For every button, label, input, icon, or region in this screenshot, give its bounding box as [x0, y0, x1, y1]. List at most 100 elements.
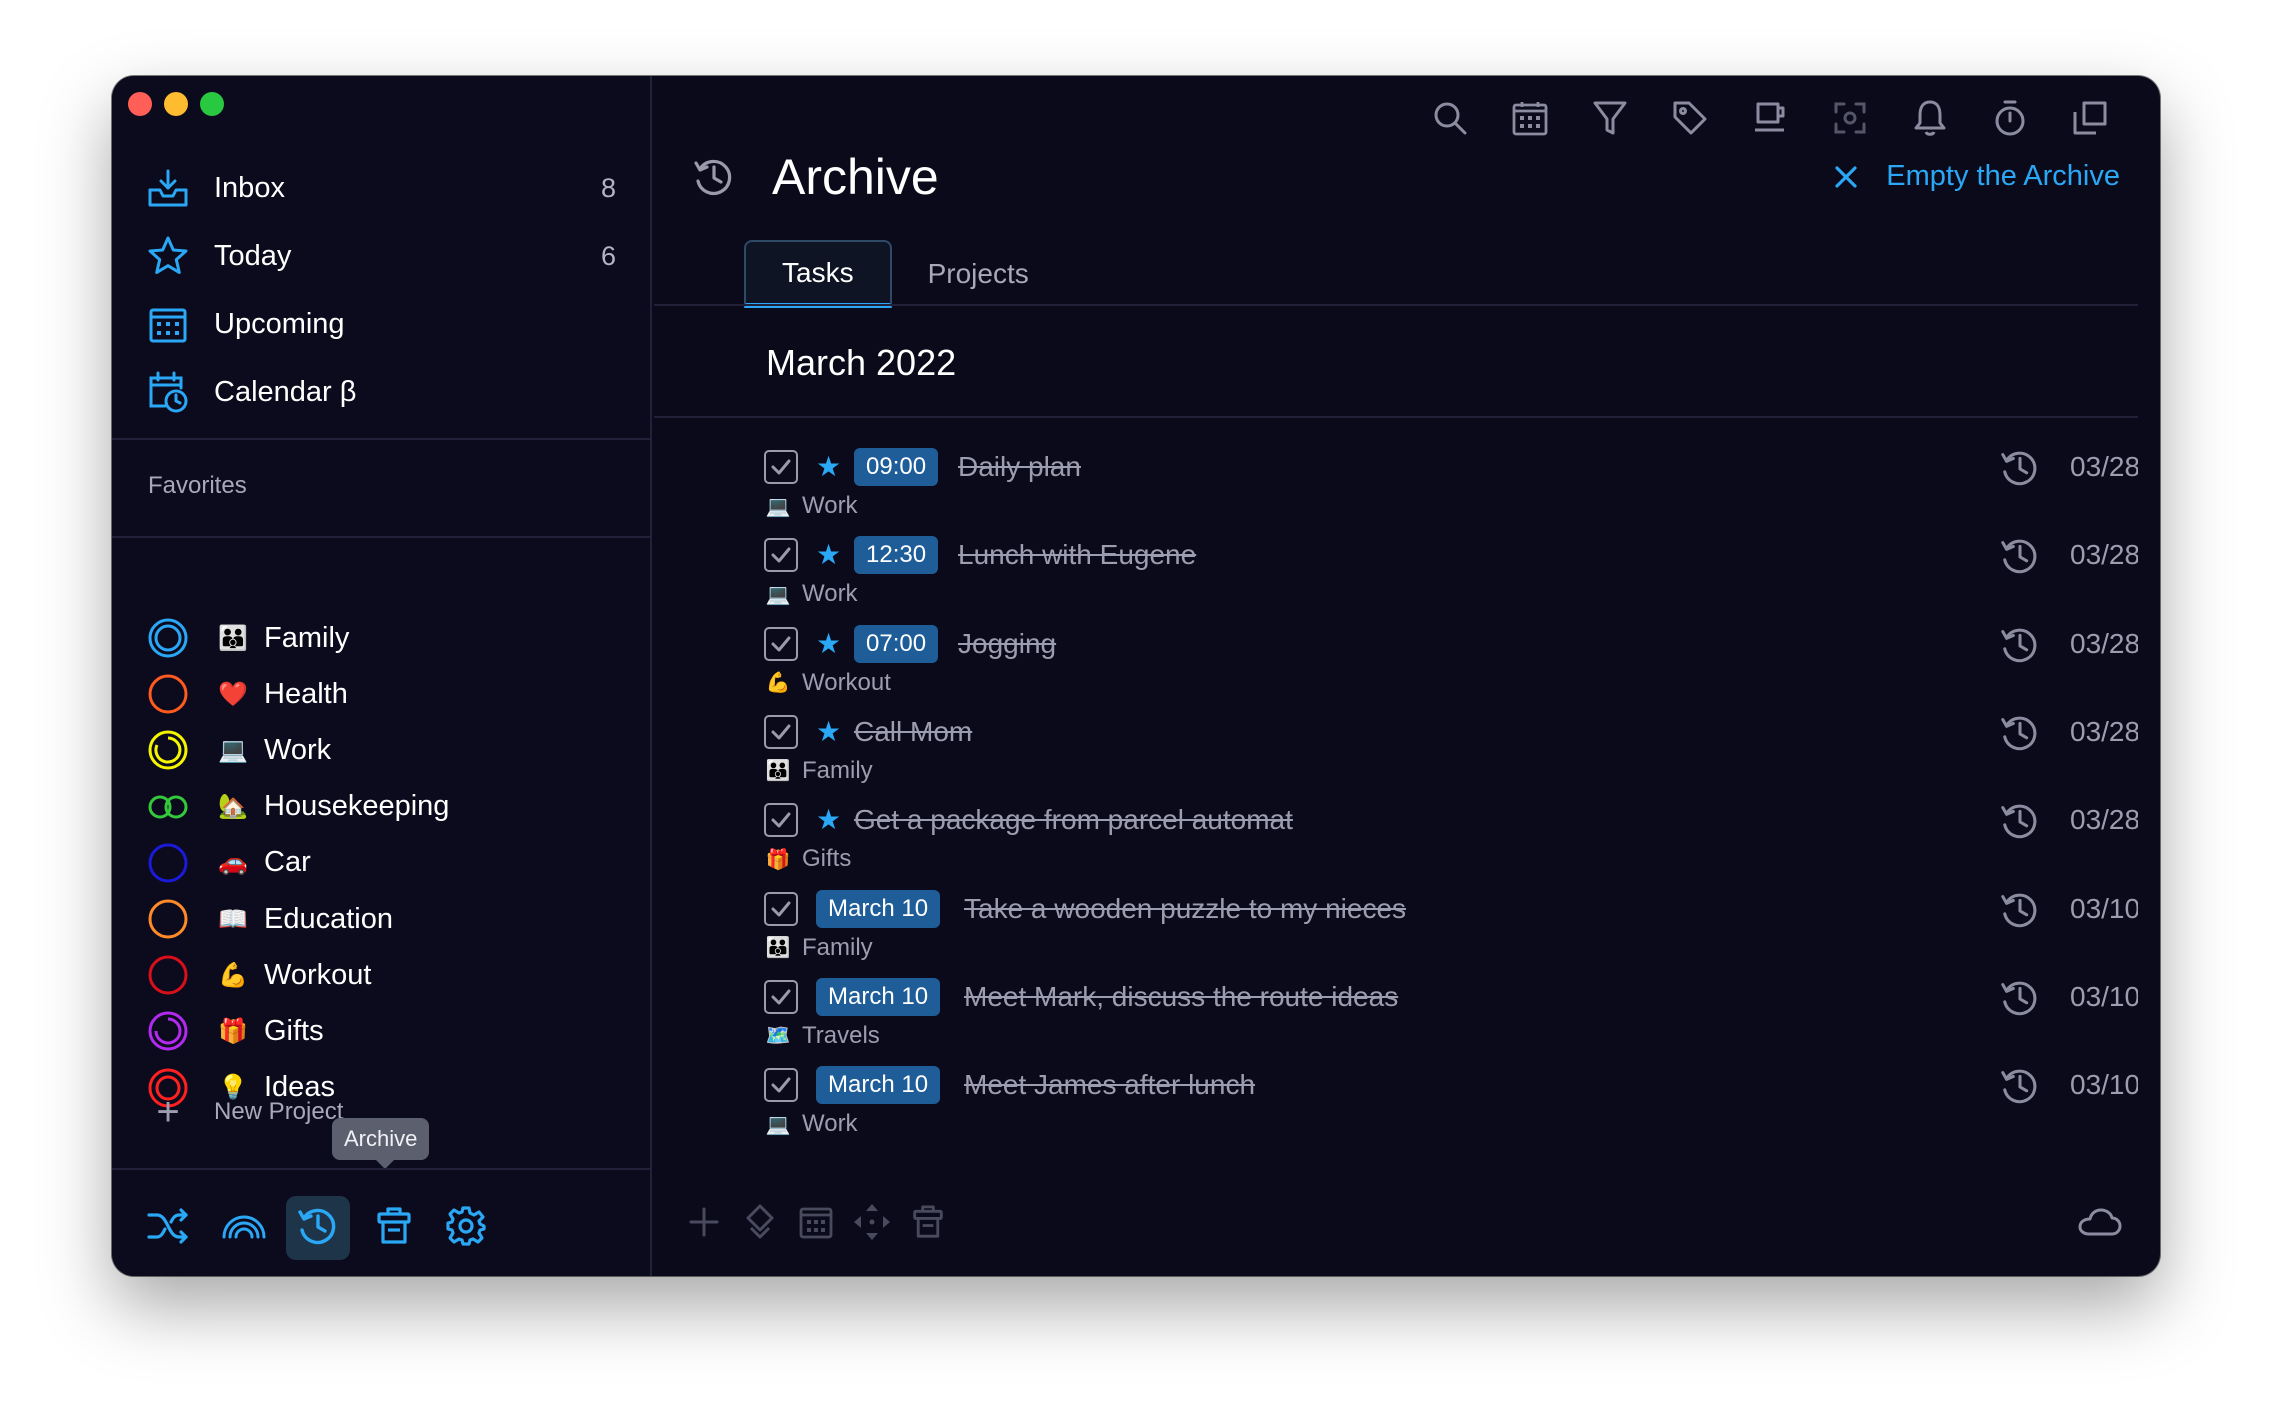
new-project-button[interactable]: + New Project: [146, 1090, 343, 1134]
tags-button[interactable]: [1662, 92, 1718, 148]
rainbow-icon: [221, 1211, 267, 1246]
window-button[interactable]: [2062, 92, 2118, 148]
app-window: Inbox 8 Today 6 Upcoming Calendar β Favo…: [112, 76, 2160, 1276]
nav-item-upcoming[interactable]: Upcoming: [112, 290, 652, 358]
task-title[interactable]: Meet Mark, discuss the route ideas: [964, 978, 1398, 1016]
diamond-icon: [745, 1203, 775, 1246]
restore-task-button[interactable]: [1998, 799, 2042, 843]
logbook-button[interactable]: [212, 1196, 276, 1260]
filter-button[interactable]: [1582, 92, 1638, 148]
task-row[interactable]: March 10 Meet James after lunch 💻 Work 03/10…: [654, 1066, 2138, 1154]
restore-task-button[interactable]: [1998, 976, 2042, 1020]
task-checkbox[interactable]: [764, 714, 798, 749]
task-project-emoji: 💪: [765, 672, 791, 695]
project-workout[interactable]: 💪 Workout: [112, 947, 652, 1003]
close-window-button[interactable]: [128, 92, 152, 116]
task-row[interactable]: March 10 Meet Mark, discuss the route ide…: [654, 976, 2138, 1066]
move-button[interactable]: [734, 1198, 786, 1250]
delete-button[interactable]: [902, 1198, 954, 1250]
zoom-window-button[interactable]: [200, 92, 224, 116]
task-project-emoji: 💻: [765, 583, 791, 606]
task-checkbox[interactable]: [764, 891, 798, 926]
tab-tasks[interactable]: Tasks: [744, 240, 892, 308]
task-title[interactable]: Call Mom: [854, 713, 972, 751]
filter-icon: [1592, 99, 1628, 142]
project-family[interactable]: 👪 Family: [112, 610, 652, 666]
star-icon: ★: [816, 451, 842, 482]
task-checkbox[interactable]: [764, 979, 798, 1014]
nav-item-label: Inbox: [214, 171, 285, 204]
task-row[interactable]: ★ Get a package from parcel automat 🎁 Gifts…: [654, 801, 2138, 889]
task-title[interactable]: Daily plan: [958, 448, 1081, 486]
empty-archive-button[interactable]: Empty the Archive: [1830, 160, 2120, 193]
task-archived-date: 03/10/2022: [2070, 980, 2138, 1012]
scan-icon: [1833, 101, 1867, 140]
task-title[interactable]: Meet James after lunch: [964, 1066, 1255, 1104]
shuffle-button[interactable]: [136, 1196, 200, 1260]
new-project-label: New Project: [214, 1098, 344, 1125]
task-checkbox[interactable]: [764, 450, 798, 484]
timer-button[interactable]: [1982, 92, 2038, 148]
arrows-icon: [852, 1202, 892, 1247]
minimize-window-button[interactable]: [164, 92, 188, 116]
project-progress-icon: [146, 672, 190, 716]
project-work[interactable]: 💻 Work: [112, 722, 652, 778]
task-time-badge: 09:00: [854, 448, 939, 486]
task-title[interactable]: Get a package from parcel automat: [854, 801, 1293, 839]
task-row[interactable]: March 10 Take a wooden puzzle to my niece…: [654, 888, 2138, 978]
archive-tooltip: Archive: [332, 1118, 430, 1169]
task-checkbox[interactable]: [764, 803, 798, 838]
restore-task-button[interactable]: [1998, 448, 2042, 490]
task-project-emoji: 💻: [765, 1113, 791, 1136]
star-icon: [146, 234, 190, 278]
nav-item-calendar[interactable]: Calendar β: [112, 358, 652, 426]
task-row[interactable]: ★ 12:30 Lunch with Eugene 💻 Work 03/28/2022: [654, 536, 2138, 624]
task-project: 🗺️ Travels: [764, 1022, 880, 1050]
focus-button[interactable]: [1742, 92, 1798, 148]
task-title[interactable]: Lunch with Eugene: [958, 536, 1196, 574]
task-checkbox[interactable]: [764, 538, 798, 573]
task-checkbox[interactable]: [764, 626, 798, 661]
notifications-button[interactable]: [1902, 92, 1958, 148]
task-row[interactable]: ★ 09:00 Daily plan 💻 Work 03/28/2022: [654, 448, 2138, 536]
scan-button[interactable]: [1822, 92, 1878, 148]
trash-button[interactable]: [362, 1196, 426, 1260]
project-car[interactable]: 🚗 Car: [112, 835, 652, 891]
restore-task-button[interactable]: [1998, 623, 2042, 667]
calendar-button[interactable]: [1502, 92, 1558, 148]
task-archived-date: 03/28/2022: [2070, 627, 2138, 659]
calendar-grid-icon: [146, 302, 190, 346]
task-row[interactable]: ★ Call Mom 👪 Family 03/28/2022: [654, 713, 2138, 801]
nav-item-inbox[interactable]: Inbox 8: [112, 154, 652, 222]
project-housekeeping[interactable]: 🏡 Housekeeping: [112, 779, 652, 835]
history-icon: [2001, 628, 2037, 662]
project-gifts[interactable]: 🎁 Gifts: [112, 1003, 652, 1059]
task-title[interactable]: Jogging: [958, 625, 1056, 663]
star-icon: ★: [816, 715, 842, 747]
restore-task-button[interactable]: [1998, 888, 2042, 932]
calendar-grid-icon: [799, 1205, 833, 1244]
add-task-button[interactable]: [678, 1198, 730, 1250]
project-health[interactable]: ❤️ Health: [112, 666, 652, 722]
task-checkbox[interactable]: [764, 1068, 798, 1103]
project-education[interactable]: 📖 Education: [112, 891, 652, 947]
arrange-button[interactable]: [846, 1198, 898, 1250]
nav-item-count: 8: [600, 172, 616, 203]
task-row[interactable]: ★ 07:00 Jogging 💪 Workout 03/28/2022: [654, 623, 2138, 713]
top-toolbar: [1422, 92, 2118, 148]
main-nav: Inbox 8 Today 6 Upcoming Calendar β: [112, 154, 652, 426]
project-progress-icon: [146, 953, 190, 997]
restore-task-button[interactable]: [1998, 534, 2042, 578]
restore-task-button[interactable]: [1998, 711, 2042, 755]
nav-item-label: Calendar β: [214, 375, 357, 408]
search-button[interactable]: [1422, 92, 1478, 148]
archive-button[interactable]: [286, 1196, 350, 1260]
schedule-button[interactable]: [790, 1198, 842, 1250]
sync-button[interactable]: [2074, 1198, 2126, 1250]
task-title[interactable]: Take a wooden puzzle to my nieces: [964, 890, 1406, 928]
tab-projects[interactable]: Projects: [892, 240, 1065, 308]
restore-task-button[interactable]: [1998, 1064, 2042, 1108]
project-emoji: ❤️: [218, 680, 248, 708]
settings-button[interactable]: [434, 1196, 498, 1260]
nav-item-today[interactable]: Today 6: [112, 222, 652, 290]
